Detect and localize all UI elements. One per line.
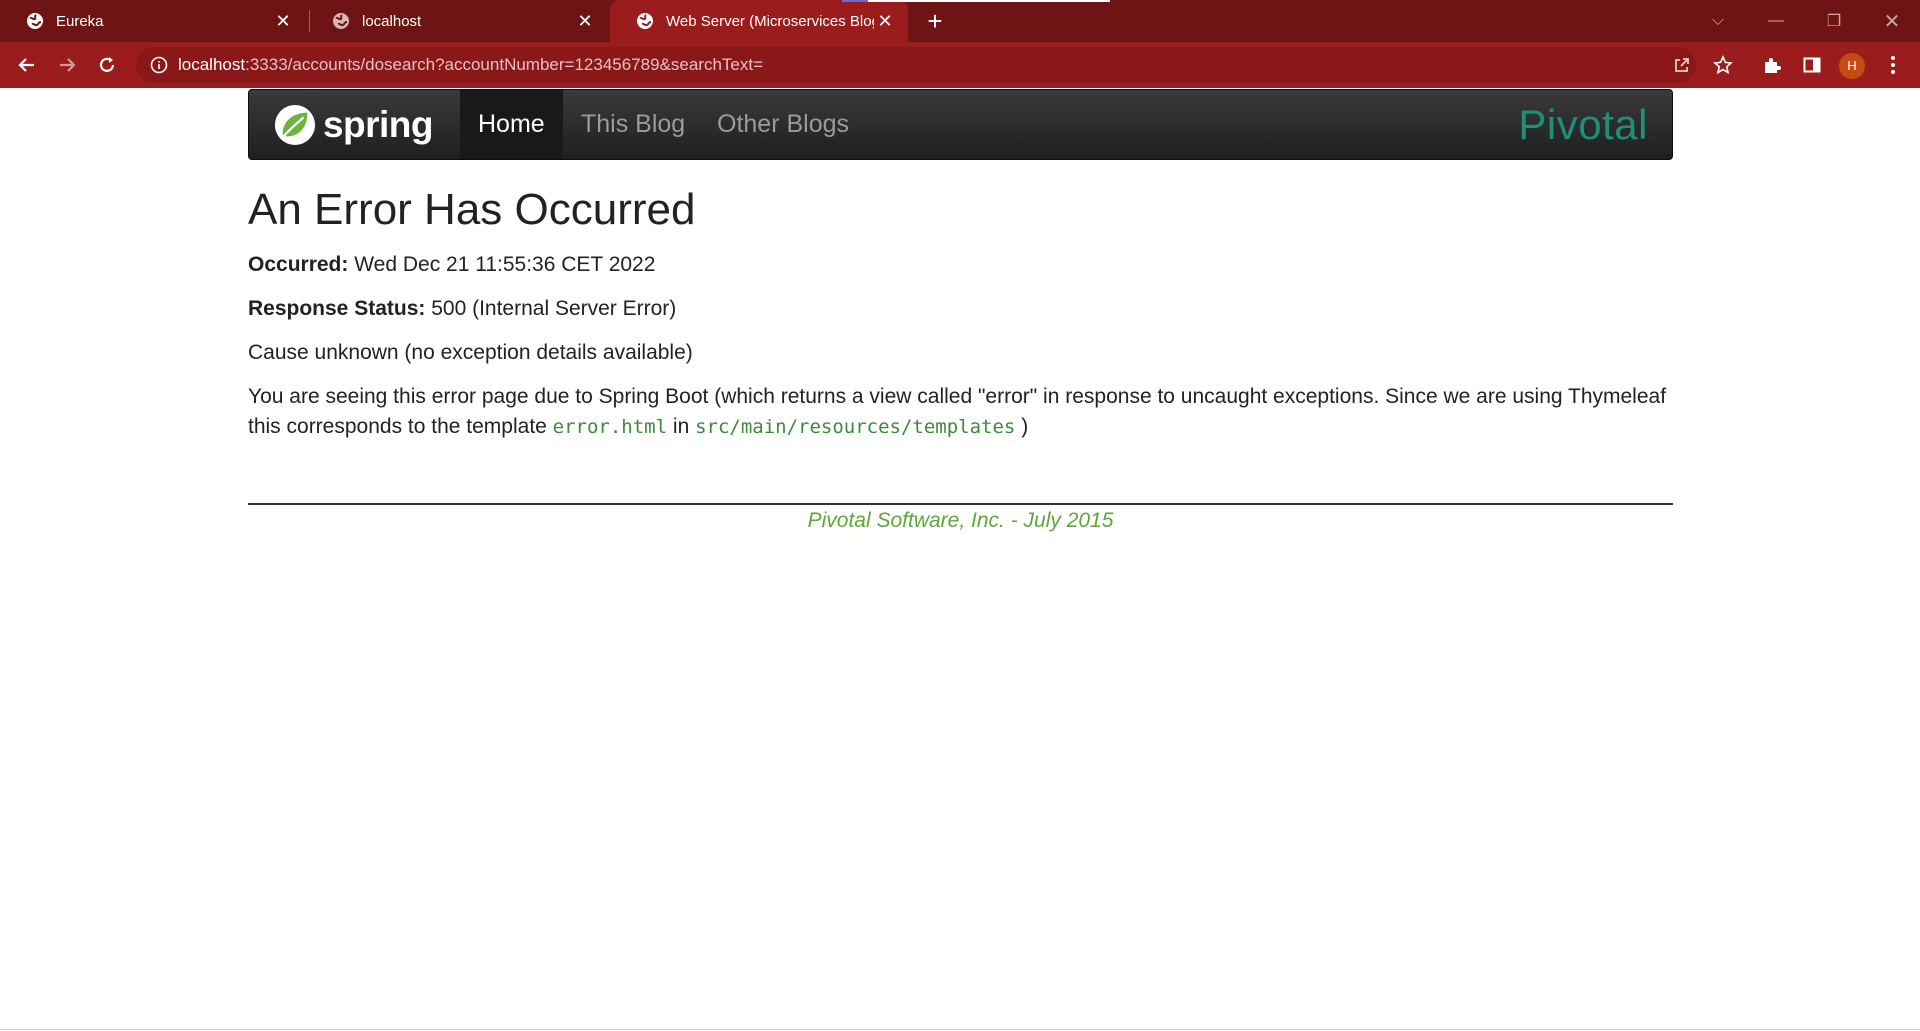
cause-line: Cause unknown (no exception details avai… xyxy=(248,341,693,364)
globe-icon xyxy=(637,13,653,29)
explanation-text: ) xyxy=(1015,415,1029,438)
forward-button[interactable] xyxy=(50,48,84,82)
status-value: 500 (Internal Server Error) xyxy=(425,297,677,320)
side-panel-icon[interactable] xyxy=(1801,54,1823,76)
browser-toolbar: localhost:3333/accounts/dosearch?account… xyxy=(0,42,1920,88)
pivotal-logo-text: Pivotal xyxy=(1518,101,1648,148)
browser-menu-icon[interactable] xyxy=(1888,54,1898,76)
new-tab-icon[interactable]: + xyxy=(920,6,950,36)
puzzle-glyph xyxy=(1765,58,1781,73)
tab-eureka[interactable]: Eureka ✕ xyxy=(0,0,306,42)
back-button[interactable] xyxy=(10,48,44,82)
explanation: You are seeing this error page due to Sp… xyxy=(248,382,1673,442)
window-bottom-edge xyxy=(0,1029,1920,1030)
url-host: localhost xyxy=(178,55,246,74)
tab-strip: Eureka ✕ localhost ✕ Web Server (Microse… xyxy=(0,0,1920,42)
arrow-right-icon xyxy=(60,58,76,72)
trademark-mark: . xyxy=(1648,131,1652,141)
tab-title: localhost xyxy=(362,12,422,30)
brand-name: spring xyxy=(322,104,434,145)
arrow-left-icon xyxy=(18,58,34,72)
extensions-icon[interactable] xyxy=(1761,54,1783,76)
nav-this-blog[interactable]: This Blog xyxy=(563,90,703,159)
share-icon[interactable] xyxy=(1671,54,1693,76)
tab-progress-indicator xyxy=(842,0,1110,2)
profile-avatar[interactable]: H xyxy=(1839,53,1865,79)
window-close-icon[interactable]: ✕ xyxy=(1868,0,1916,42)
status-label: Response Status: xyxy=(248,297,426,320)
globe-icon xyxy=(333,13,349,29)
error-content: An Error Has Occurred Occurred: Wed Dec … xyxy=(248,182,1673,456)
occurred-line: Occurred: Wed Dec 21 11:55:36 CET 2022 xyxy=(248,250,1673,280)
star-glyph xyxy=(1713,55,1733,75)
spring-logo[interactable]: spring xyxy=(273,101,434,149)
footer-divider xyxy=(248,503,1673,505)
explanation-text: in xyxy=(667,415,696,438)
reload-icon xyxy=(99,57,115,72)
panel-glyph xyxy=(1803,57,1821,73)
site-navbar: spring Home This Blog Other Blogs Pivota… xyxy=(248,89,1673,160)
address-bar[interactable]: localhost:3333/accounts/dosearch?account… xyxy=(136,47,1696,83)
template-file: error.html xyxy=(552,416,668,438)
nav-other-blogs[interactable]: Other Blogs xyxy=(699,90,867,159)
occurred-value: Wed Dec 21 11:55:36 CET 2022 xyxy=(348,253,656,276)
share-glyph xyxy=(1675,58,1689,72)
url-path: :3333/accounts/dosearch?accountNumber=12… xyxy=(245,55,764,74)
tab-localhost[interactable]: localhost ✕ xyxy=(306,0,608,42)
occurred-label: Occurred: xyxy=(248,253,349,276)
bookmark-star-icon[interactable] xyxy=(1712,54,1734,76)
spring-leaf-icon xyxy=(274,104,316,146)
tab-search-chevron-icon[interactable]: ⌵ xyxy=(1694,0,1742,42)
minimize-icon[interactable]: — xyxy=(1752,0,1800,42)
url-text[interactable]: localhost:3333/accounts/dosearch?account… xyxy=(178,47,763,83)
tab-title: Web Server (Microservices Blog D xyxy=(666,12,874,30)
restore-icon[interactable]: ❐ xyxy=(1810,0,1858,42)
footer-text: Pivotal Software, Inc. - July 2015 xyxy=(807,509,1114,532)
tab-title: Eureka xyxy=(56,12,104,30)
globe-icon xyxy=(27,13,43,29)
info-icon[interactable] xyxy=(150,56,168,74)
close-icon[interactable]: ✕ xyxy=(272,10,294,32)
tab-progress-indicator xyxy=(842,0,868,2)
tab-web-server[interactable]: Web Server (Microservices Blog D ✕ xyxy=(610,0,908,42)
template-directory: src/main/resources/templates xyxy=(695,416,1016,438)
reload-button[interactable] xyxy=(90,48,124,82)
page-title: An Error Has Occurred xyxy=(248,185,696,234)
close-icon[interactable]: ✕ xyxy=(574,10,596,32)
close-icon[interactable]: ✕ xyxy=(874,10,896,32)
nav-home[interactable]: Home xyxy=(460,90,563,159)
status-line: Response Status: 500 (Internal Server Er… xyxy=(248,294,1673,324)
pivotal-logo: Pivotal. xyxy=(1518,101,1652,149)
